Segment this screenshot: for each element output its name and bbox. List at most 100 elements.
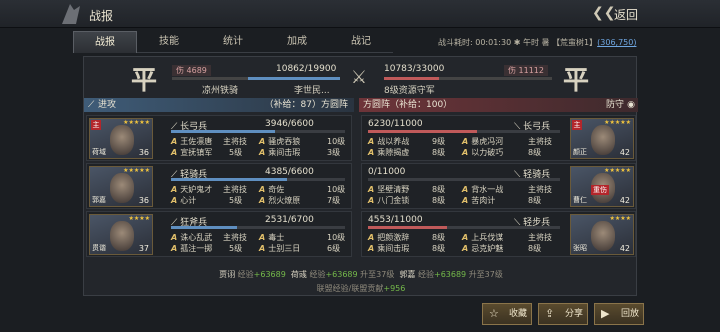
attacker-lord-name: 李世民...	[294, 86, 330, 96]
skill-line: A 暴虎冯河	[462, 137, 504, 146]
skill-name: 把颜激辞	[377, 233, 410, 242]
tab-bonus[interactable]: 加成	[265, 31, 329, 53]
star-rating: ★★★★	[128, 215, 150, 222]
skill-line: A 奇佐	[259, 185, 285, 194]
skill-level: 5级	[229, 148, 243, 157]
coordinate-link[interactable]: (306,750)	[597, 38, 636, 47]
skill-line: A 骚虎吞狼	[259, 137, 301, 146]
attacker-troops: 10862/19900	[276, 64, 337, 74]
reward-name: 贾诩	[219, 270, 236, 279]
skill-name: 天妒鬼才	[180, 185, 213, 194]
attacker-loss: 伤 4689	[172, 65, 211, 76]
attacker-unit-card[interactable]: ★★★★★ 郭嘉 36 ⟋ 轻骑兵 4385/6600 A 天妒鬼才 主将技 A 奇佐 10级 A 心计…	[86, 163, 352, 209]
tab-log[interactable]: 战记	[329, 31, 393, 53]
replay-button[interactable]: ▶ 回放	[594, 303, 644, 325]
general-portrait[interactable]: 重伤 ★★★★★ 曹仁 42	[570, 166, 634, 207]
skill-level: 6级	[327, 244, 341, 253]
general-face	[110, 221, 134, 251]
reward-levelup: 升至37级	[360, 270, 395, 279]
skill-name: 宣抚镇军	[180, 148, 213, 157]
battle-info: 战斗耗时: 00:01:30 ✱ 午时 暑 【荒蛮树1】(306,750)	[438, 37, 636, 48]
skill-name: 忌克妒魅	[471, 244, 504, 253]
skill-level: 主将技	[223, 185, 247, 194]
troop-hp-bar	[368, 226, 560, 229]
attacker-unit-card[interactable]: 主 ★★★★★ 荷域 36 ⟋ 长弓兵 3946/6600 A 王佐凛唐 主将技 A 骚虎吞狼 10级…	[86, 115, 352, 161]
troop-hp-fill	[368, 226, 448, 229]
shield-icon: ◉	[627, 100, 635, 110]
general-portrait[interactable]: ★★★★ 贯谐 37	[89, 214, 153, 255]
defender-result-flag: 平	[562, 66, 589, 96]
main-general-tag: 主	[91, 120, 101, 130]
skill-level: 8级	[528, 244, 542, 253]
attack-side-header: ⟋ 进攻 （补给：87）方圆阵	[84, 98, 354, 112]
skill-name: 诛心乱武	[180, 233, 213, 242]
general-level: 37	[138, 244, 149, 253]
skill-line: A 烈火燎原	[259, 196, 301, 205]
tab-stats[interactable]: 统计	[201, 31, 265, 53]
skill-name: 孤注一掷	[180, 244, 213, 253]
star-rating: ★★★★	[609, 215, 631, 222]
tab-report[interactable]: 战报	[73, 31, 137, 53]
troop-count: 6230/11000	[368, 119, 423, 129]
skill-line: A 王佐凛唐	[171, 137, 213, 146]
skill-level: 8级	[432, 233, 446, 242]
skill-level: 10级	[327, 137, 346, 146]
general-level: 42	[619, 148, 630, 157]
skill-line: A 战以养战	[368, 137, 410, 146]
general-name: 张昭	[573, 244, 587, 252]
skill-line: A 苦肉计	[462, 196, 496, 205]
crossed-swords-icon: ⚔	[350, 67, 368, 88]
skill-name: 士别三日	[268, 244, 301, 253]
defense-role: 防守	[605, 100, 624, 110]
skill-level: 主将技	[528, 137, 552, 146]
alliance-line: 联盟经验/联盟贡献+956	[84, 283, 638, 294]
general-portrait[interactable]: ★★★★★ 郭嘉 36	[89, 166, 153, 207]
general-portrait[interactable]: 主 ★★★★★ 颜正 42	[570, 118, 634, 159]
defender-unit-card[interactable]: 6230/11000 ⟍ 长弓兵 A 战以养战 9级 A 暴虎冯河 主将技 A 乘隙揭虚 8级 A 以力…	[361, 115, 636, 161]
troop-count: 2531/6700	[265, 215, 314, 225]
attacker-unit-card[interactable]: ★★★★ 贯谐 37 ⟋ 狂斧兵 2531/6700 A 诛心乱武 主将技 A 毒士 10级 A 孤注一…	[86, 211, 352, 257]
general-level: 36	[138, 196, 149, 205]
skill-line: A 士别三日	[259, 244, 301, 253]
troop-hp-fill	[171, 226, 237, 229]
general-face	[110, 173, 134, 203]
general-portrait[interactable]: ★★★★ 张昭 42	[570, 214, 634, 255]
favorite-button[interactable]: ☆ 收藏	[482, 303, 532, 325]
favorite-label: 收藏	[509, 309, 528, 319]
skill-name: 战以养战	[377, 137, 410, 146]
star-icon: ☆	[489, 307, 499, 320]
skill-level: 8级	[528, 148, 542, 157]
attacker-army-name: 凉州铁骑	[202, 86, 239, 96]
general-level: 42	[619, 196, 630, 205]
general-portrait[interactable]: 主 ★★★★★ 荷域 36	[89, 118, 153, 159]
troop-count: 4385/6600	[265, 167, 314, 177]
skill-line: A 乘间击瑕	[368, 244, 410, 253]
share-label: 分享	[565, 309, 584, 319]
defense-formation: 方圆阵（补给：100）	[363, 100, 453, 110]
share-icon: ⇪	[545, 307, 555, 320]
general-name: 郭嘉	[92, 196, 106, 204]
skill-line: A 毒士	[259, 233, 285, 242]
skill-name: 暴虎冯河	[471, 137, 504, 146]
troop-hp-bar	[171, 178, 345, 181]
defender-army-name: 8级资源守军	[384, 86, 435, 96]
skill-line: A 上兵伐谋	[462, 233, 504, 242]
replay-label: 回放	[621, 309, 640, 319]
skill-name: 以力破巧	[471, 148, 504, 157]
defender-hp-bar	[384, 77, 552, 80]
battle-summary: 平 伤 4689 10862/19900 凉州铁骑 李世民... ⚔ 10783…	[84, 57, 638, 97]
tab-skills[interactable]: 技能	[137, 31, 201, 53]
reward-value: +63689	[433, 270, 467, 279]
defender-unit-card[interactable]: 0/11000 ⟍ 轻骑兵 A 坚壁清野 8级 A 背水一战 主将技 A 八门金锁 8级 A 苦肉计 8级…	[361, 163, 636, 209]
skill-name: 心计	[180, 196, 197, 205]
skill-name: 骚虎吞狼	[268, 137, 301, 146]
play-icon: ▶	[601, 307, 610, 320]
skill-name: 背水一战	[471, 185, 504, 194]
back-button[interactable]: ❮❮ 返回	[588, 4, 650, 24]
reward-value: +63689	[253, 270, 286, 279]
general-name: 颜正	[573, 148, 587, 156]
defender-unit-card[interactable]: 4553/11000 ⟍ 轻步兵 A 把颜激辞 8级 A 上兵伐谋 主将技 A 乘间击瑕 8级 A 忌克…	[361, 211, 636, 257]
troop-hp-bar	[171, 226, 345, 229]
share-button[interactable]: ⇪ 分享	[538, 303, 588, 325]
exp-line: 贾诩 经验+63689 荷彧 经验+63689 升至37级 郭嘉 经验+6368…	[84, 269, 638, 280]
